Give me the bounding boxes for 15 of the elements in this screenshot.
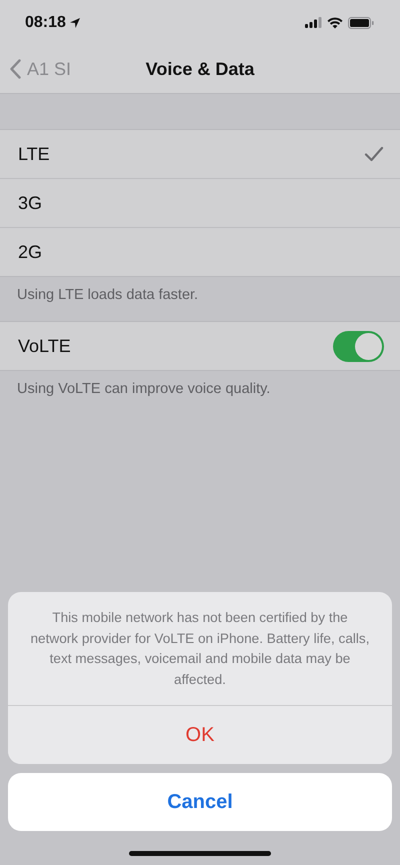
cancel-button[interactable]: Cancel <box>8 773 392 831</box>
status-time: 08:18 <box>25 14 66 32</box>
network-option[interactable]: 2G <box>0 228 400 276</box>
wifi-icon <box>327 16 343 28</box>
chevron-left-icon <box>10 59 21 79</box>
footer-note: Using VoLTE can improve voice quality. <box>16 380 272 399</box>
screen-title: Voice & Data <box>146 58 254 80</box>
battery-icon <box>348 16 374 28</box>
footer-note: Using LTE loads data faster. <box>16 286 200 305</box>
row-label: VoLTE <box>18 336 71 356</box>
location-arrow-icon <box>68 16 81 28</box>
toggle-switch[interactable] <box>333 330 384 362</box>
signal-icon <box>305 17 322 28</box>
network-option[interactable]: 3G <box>0 179 400 228</box>
network-option[interactable]: LTE <box>0 130 400 179</box>
